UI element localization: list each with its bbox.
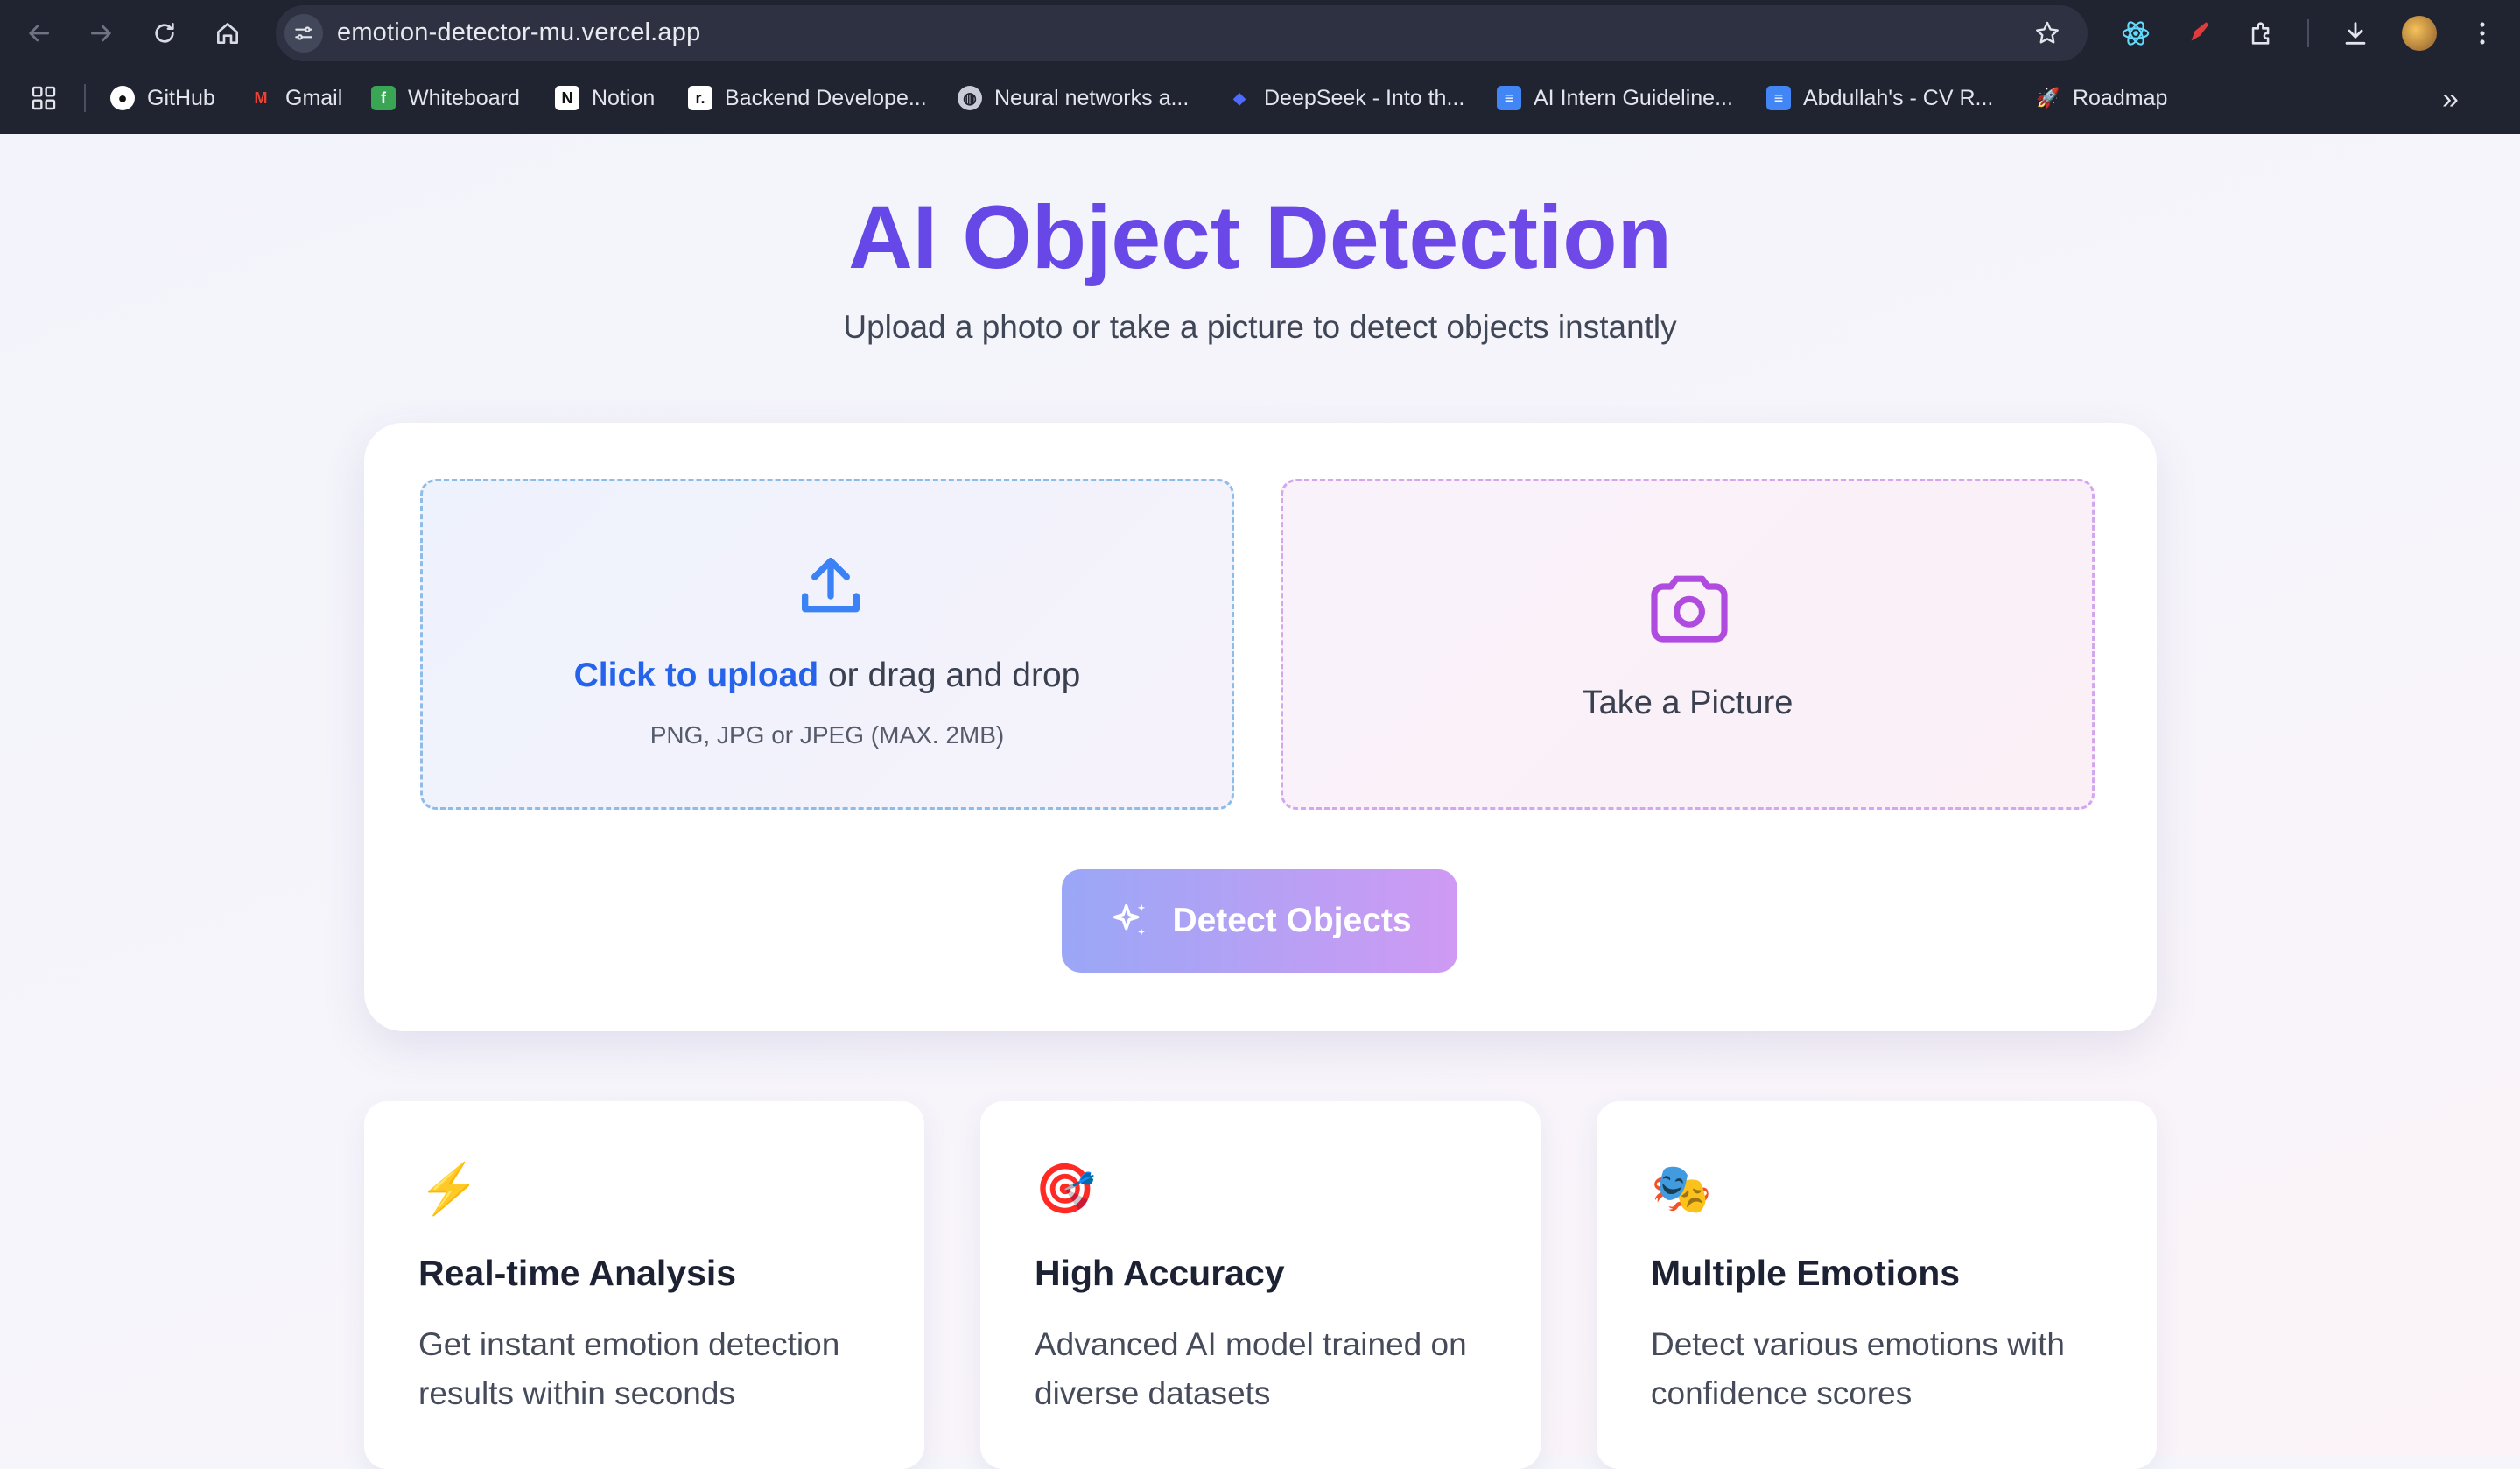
bookmark-deepseek[interactable]: ◆ DeepSeek - Into th...	[1227, 82, 1464, 114]
bookmark-gmail[interactable]: M Gmail	[249, 82, 343, 114]
bookmark-label: GitHub	[147, 85, 215, 110]
file-type-hint: PNG, JPG or JPEG (MAX. 2MB)	[649, 721, 1005, 749]
bookmark-label: AI Intern Guideline...	[1534, 85, 1733, 110]
bookmarks-divider	[84, 84, 86, 112]
more-bookmarks-icon[interactable]: »	[2442, 82, 2459, 116]
bookmark-label: Roadmap	[2073, 85, 2168, 110]
drag-drop-text: or drag and drop	[818, 657, 1081, 694]
apps-grid-icon[interactable]	[30, 84, 58, 112]
forward-button[interactable]	[82, 14, 121, 53]
detect-objects-button[interactable]: Detect Objects	[1062, 869, 1457, 973]
sparkles-icon	[1113, 903, 1146, 936]
highlighter-extension-icon[interactable]	[2181, 16, 2216, 51]
detection-card: Click to upload or drag and drop PNG, JP…	[364, 423, 2157, 1031]
rocket-icon: 🚀	[2036, 87, 2060, 109]
bookmark-label: DeepSeek - Into th...	[1264, 85, 1465, 110]
reload-button[interactable]	[145, 14, 184, 53]
bookmark-label: Gmail	[285, 85, 343, 110]
arrow-right-icon	[91, 25, 111, 42]
feature-card-accuracy: 🎯 High Accuracy Advanced AI model traine…	[980, 1101, 1541, 1469]
roadmap-sh-icon: r.	[688, 86, 712, 110]
address-bar[interactable]: emotion-detector-mu.vercel.app	[276, 5, 2088, 61]
bookmark-label: Neural networks a...	[994, 85, 1190, 110]
extensions-puzzle-icon[interactable]	[2244, 16, 2279, 51]
bookmark-label: Whiteboard	[408, 85, 520, 110]
take-picture-area[interactable]: Take a Picture	[1281, 479, 2095, 810]
feature-title: High Accuracy	[1035, 1253, 1285, 1293]
home-icon	[217, 23, 238, 44]
feature-description: Detect various emotions with confidence …	[1651, 1326, 2065, 1411]
bookmark-label: Backend Develope...	[725, 85, 927, 110]
globe-icon: ◍	[958, 86, 982, 110]
bookmark-label: Notion	[592, 85, 656, 110]
arrow-left-icon	[29, 25, 49, 42]
site-info-button[interactable]	[284, 14, 323, 53]
github-icon: ●	[110, 86, 135, 110]
camera-icon	[1651, 575, 1728, 643]
upload-dropzone[interactable]: Click to upload or drag and drop PNG, JP…	[420, 479, 1234, 810]
feature-title: Real-time Analysis	[418, 1253, 737, 1293]
bookmark-star-icon[interactable]	[2033, 19, 2061, 47]
theater-masks-icon: 🎭	[1651, 1161, 1712, 1216]
bookmark-backend-developer[interactable]: r. Backend Develope...	[688, 82, 927, 114]
page: AI Object Detection Upload a photo or ta…	[0, 134, 2520, 1469]
back-button[interactable]	[19, 14, 58, 53]
upload-icon	[802, 558, 860, 613]
bookmark-cv[interactable]: ≡ Abdullah's - CV R...	[1766, 82, 1993, 114]
detect-objects-label: Detect Objects	[1172, 902, 1412, 939]
deepseek-icon: ◆	[1233, 88, 1246, 107]
bookmark-neural-networks[interactable]: ◍ Neural networks a...	[958, 82, 1189, 114]
url-text[interactable]: emotion-detector-mu.vercel.app	[337, 18, 700, 47]
page-title: AI Object Detection	[0, 186, 2520, 289]
bookmark-notion[interactable]: N Notion	[555, 82, 655, 114]
bookmark-roadmap[interactable]: 🚀 Roadmap	[2036, 82, 2167, 114]
feature-card-emotions: 🎭 Multiple Emotions Detect various emoti…	[1597, 1101, 2157, 1469]
gmail-icon: M	[254, 88, 268, 107]
bookmark-label: Abdullah's - CV R...	[1803, 85, 1994, 110]
feature-description: Advanced AI model trained on diverse dat…	[1035, 1326, 1467, 1411]
feature-card-realtime: ⚡ Real-time Analysis Get instant emotion…	[364, 1101, 924, 1469]
whiteboard-icon: f	[371, 86, 396, 110]
download-icon[interactable]	[2338, 16, 2373, 51]
notion-icon: N	[555, 86, 579, 110]
page-subtitle: Upload a photo or take a picture to dete…	[843, 309, 1677, 345]
toolbar-divider	[2307, 19, 2309, 47]
tune-icon	[295, 26, 312, 40]
more-menu-icon[interactable]	[2465, 16, 2500, 51]
lightning-icon: ⚡	[418, 1161, 480, 1216]
bookmark-whiteboard[interactable]: f Whiteboard	[371, 82, 520, 114]
bookmark-ai-intern-guidelines[interactable]: ≡ AI Intern Guideline...	[1497, 82, 1733, 114]
bookmarks-bar: ● GitHub M Gmail f Whiteboard N Notion r…	[0, 72, 2520, 124]
reload-icon	[155, 23, 174, 43]
home-button[interactable]	[208, 14, 247, 53]
target-icon: 🎯	[1035, 1161, 1096, 1216]
feature-title: Multiple Emotions	[1651, 1253, 1961, 1293]
react-devtools-icon[interactable]	[2118, 16, 2153, 51]
upload-instructions: Click to upload or drag and drop	[423, 657, 1232, 695]
google-docs-icon: ≡	[1766, 86, 1791, 110]
take-picture-label: Take a Picture	[1582, 685, 1793, 721]
bookmark-github[interactable]: ● GitHub	[110, 82, 215, 114]
feature-description: Get instant emotion detection results wi…	[418, 1326, 840, 1411]
click-to-upload-link[interactable]: Click to upload	[574, 657, 819, 694]
profile-avatar[interactable]	[2402, 16, 2437, 51]
google-docs-icon: ≡	[1497, 86, 1521, 110]
browser-chrome: emotion-detector-mu.vercel.app ● GitHub …	[0, 0, 2520, 134]
